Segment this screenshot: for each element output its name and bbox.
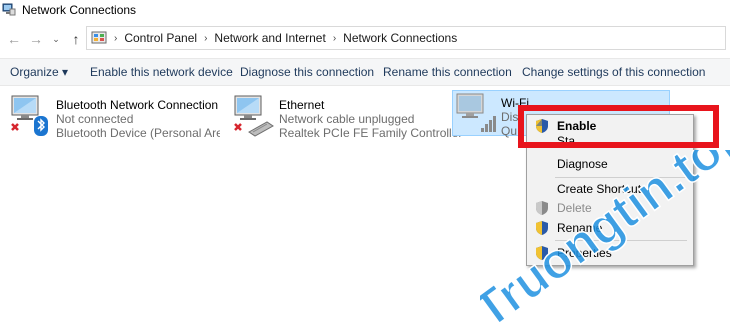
menu-item-delete[interactable]: Delete [527, 197, 693, 219]
menu-item-label: Create Shortcut [557, 182, 642, 196]
diagnose-connection-button[interactable]: Diagnose this connection [240, 65, 374, 79]
breadcrumb-network-and-internet[interactable]: Network and Internet [214, 31, 325, 45]
adapter-name: Ethernet [279, 98, 325, 112]
navigation-bar: ← → ⌄ ↑ › Control Panel › Network and In… [0, 26, 730, 52]
ethernet-adapter-icon [234, 95, 274, 137]
adapter-device: Realtek PCIe FE Family Controller [279, 126, 463, 140]
network-connections-icon [2, 3, 16, 16]
uac-shield-icon [536, 246, 548, 260]
adapter-status: Not connected [56, 112, 134, 126]
breadcrumb-control-panel[interactable]: Control Panel [124, 31, 197, 45]
control-panel-icon [91, 31, 107, 44]
back-arrow-icon[interactable]: ← [4, 29, 24, 49]
uac-shield-icon [536, 221, 548, 235]
bluetooth-adapter-icon [11, 95, 48, 136]
adapter-status: Dis [501, 110, 519, 124]
window-title: Network Connections [22, 3, 137, 17]
up-arrow-icon[interactable]: ↑ [66, 29, 86, 49]
wifi-adapter-icon [456, 93, 496, 132]
breadcrumb-chevron-icon: › [204, 32, 208, 44]
title-bar: Network Connections [0, 0, 730, 20]
menu-separator [555, 240, 687, 241]
menu-item-diagnose[interactable]: Diagnose [527, 153, 693, 175]
uac-shield-icon [536, 201, 548, 215]
rename-connection-button[interactable]: Rename this connection [383, 65, 512, 79]
organize-menu-button[interactable]: Organize ▾ [10, 65, 68, 79]
adapter-bluetooth[interactable]: Bluetooth Network Connection Not connect… [8, 92, 220, 140]
breadcrumb-network-connections[interactable]: Network Connections [343, 31, 457, 45]
enable-highlight-box [518, 105, 719, 148]
adapter-ethernet[interactable]: Ethernet Network cable unplugged Realtek… [231, 92, 462, 140]
recent-locations-chevron-icon[interactable]: ⌄ [46, 29, 66, 49]
menu-item-label: Rename [557, 221, 603, 235]
forward-arrow-icon[interactable]: → [26, 29, 46, 49]
address-bar[interactable]: › Control Panel › Network and Internet ›… [86, 26, 726, 50]
enable-device-button[interactable]: Enable this network device [90, 65, 233, 79]
change-settings-button[interactable]: Change settings of this connection [522, 65, 705, 79]
adapter-device: Qu [501, 124, 518, 138]
adapter-name: Bluetooth Network Connection [56, 98, 219, 112]
menu-item-label: Properties [557, 246, 612, 260]
command-bar: Organize ▾ Enable this network device Di… [0, 58, 730, 86]
adapter-device: Bluetooth Device (Personal Area ... [56, 126, 220, 140]
menu-item-rename[interactable]: Rename [527, 217, 693, 239]
breadcrumb-chevron-icon: › [114, 32, 118, 44]
menu-item-label: Diagnose [557, 157, 608, 171]
menu-item-label: Delete [557, 201, 592, 215]
breadcrumb-chevron-icon: › [332, 32, 337, 44]
menu-item-properties[interactable]: Properties [527, 242, 693, 264]
adapter-status: Network cable unplugged [279, 112, 415, 126]
